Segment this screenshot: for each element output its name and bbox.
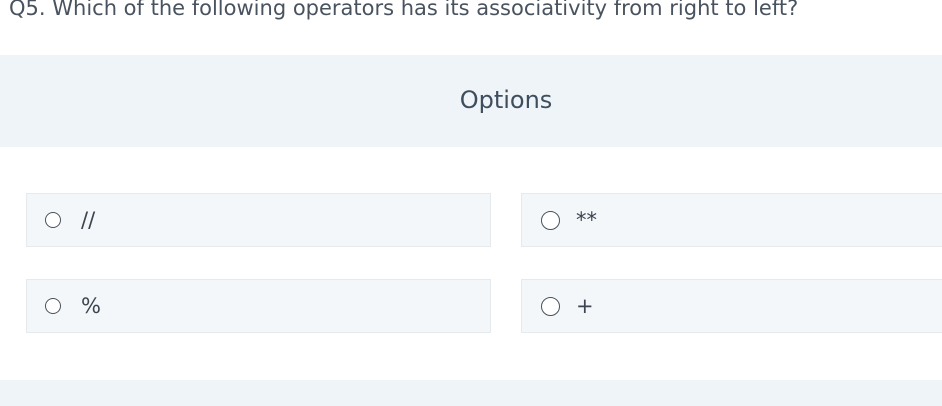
footer-band [0,380,942,406]
radio-button-icon[interactable] [541,211,560,230]
option-label: // [81,208,96,232]
option-label: + [576,294,594,318]
option-4[interactable]: + [521,279,942,333]
radio-button-icon[interactable] [45,212,61,228]
question-text: Q5. Which of the following operators has… [9,0,799,20]
radio-button-icon[interactable] [541,297,560,316]
option-3[interactable]: % [26,279,491,333]
quiz-page: Q5. Which of the following operators has… [0,0,942,406]
option-2[interactable]: ** [521,193,942,247]
option-label: ** [576,208,597,232]
option-label: % [81,294,101,318]
options-title: Options [459,86,553,114]
options-header: Options [0,55,942,147]
radio-button-icon[interactable] [45,298,61,314]
option-1[interactable]: // [26,193,491,247]
